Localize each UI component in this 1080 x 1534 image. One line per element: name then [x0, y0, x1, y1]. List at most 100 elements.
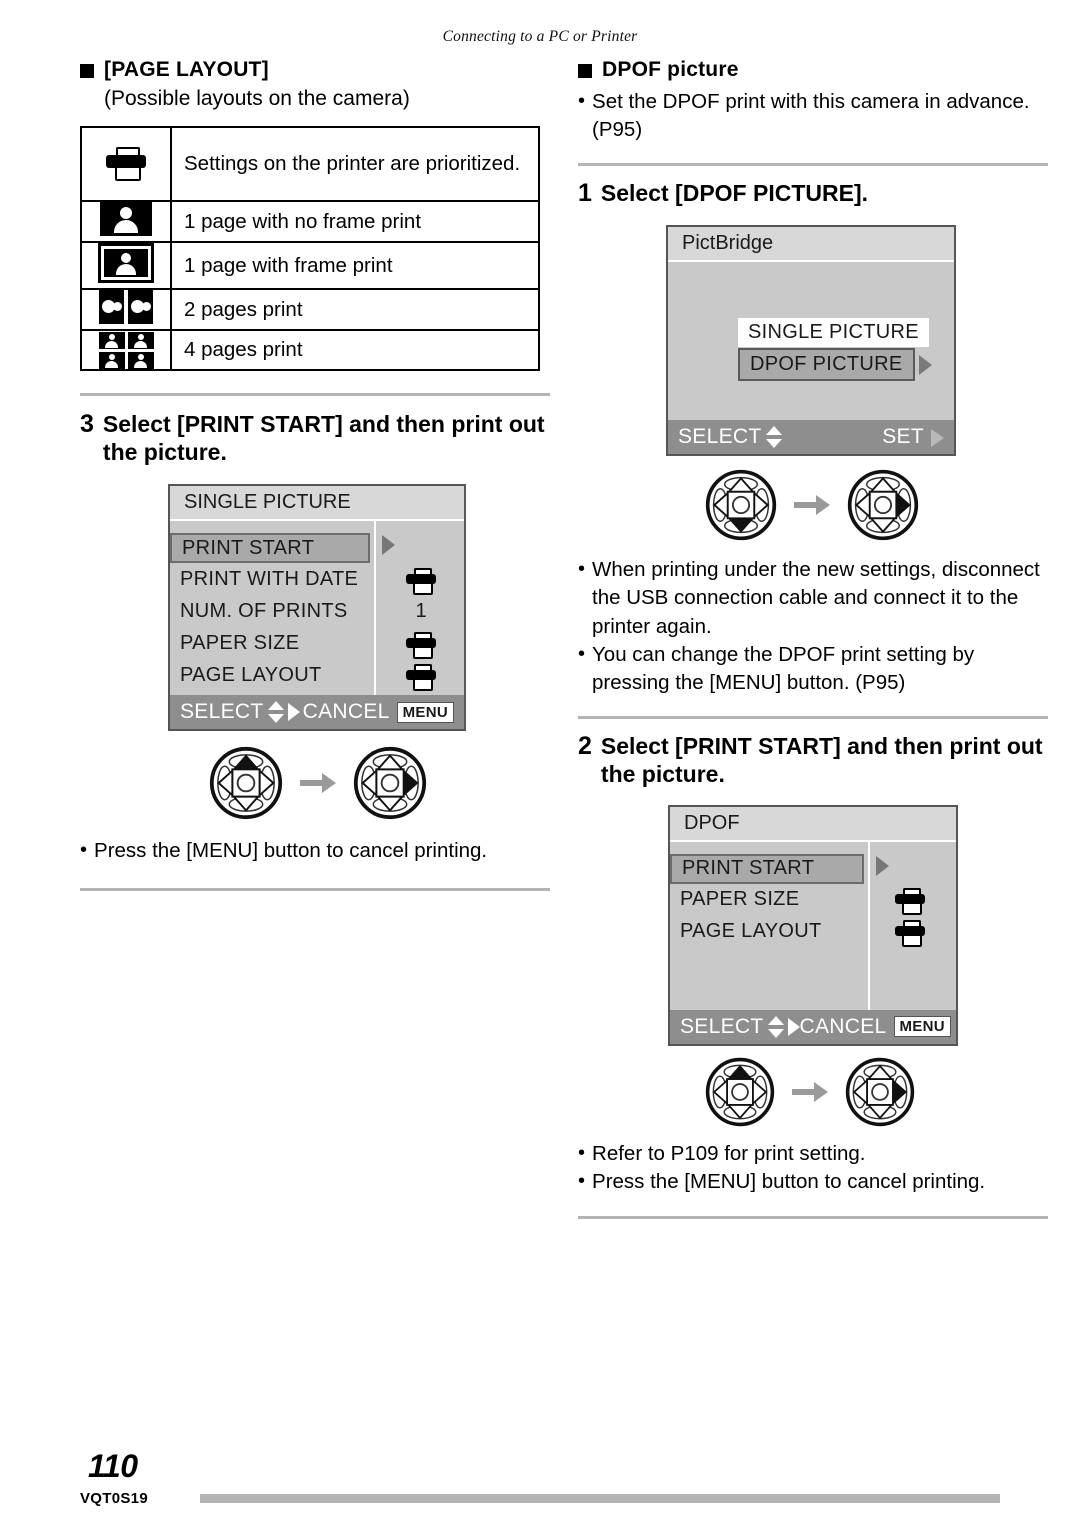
list-item: • Set the DPOF print with this camera in… — [578, 88, 1048, 145]
lcd-select-label: SELECT — [180, 700, 264, 724]
menu-key-badge[interactable]: MENU — [893, 1016, 951, 1038]
left-notes: • Press the [MENU] button to cancel prin… — [80, 837, 550, 865]
lcd-set-hint: SET — [882, 425, 944, 449]
lcd-title: DPOF — [670, 806, 956, 842]
page-layout-heading-text: [PAGE LAYOUT] — [104, 58, 269, 81]
dpof-picture-heading: DPOF picture — [578, 58, 1048, 82]
table-cell-text: 1 page with frame print — [170, 241, 540, 291]
selection-arrow-icon — [382, 535, 395, 556]
footer-rule — [200, 1494, 1000, 1503]
lcd-footer-bar: SELECT CANCEL MENU — [170, 695, 464, 730]
lcd-select-hint: SELECT — [678, 425, 784, 449]
lcd-body: PRINT START PRINT WITH DATE NUM. OF PRIN — [170, 521, 464, 696]
section-divider — [578, 162, 1048, 166]
page-layout-subheading: (Possible layouts on the camera) — [104, 87, 410, 111]
lcd-row-page-layout[interactable]: PAGE LAYOUT — [170, 659, 464, 692]
table-row: 1 page with no frame print — [80, 200, 540, 244]
cursor-button-right-icon — [845, 1057, 915, 1126]
bullet-dot-icon: • — [578, 558, 586, 581]
up-down-arrows-icon — [267, 701, 284, 724]
option-single-picture[interactable]: SINGLE PICTURE — [738, 318, 929, 348]
lcd-body: SINGLE PICTURE DPOF PICTURE — [668, 262, 954, 420]
lcd-body: PRINT START PAPER SIZE PAGE LAYOUT — [670, 841, 956, 1010]
two-pages-icon — [99, 290, 153, 325]
section-divider — [578, 715, 1048, 719]
lcd-row-print-start[interactable]: PRINT START — [170, 533, 370, 564]
lcd-row-value: 1 — [415, 599, 427, 622]
lcd-footer-bar: SELECT SET — [668, 420, 954, 455]
lcd-row-label: PAGE LAYOUT — [180, 663, 322, 686]
page-number: 110 — [88, 1448, 138, 1484]
section-divider — [578, 1216, 1048, 1220]
bullet-dot-icon: • — [578, 1141, 586, 1164]
lcd-cancel-label: CANCEL — [799, 1014, 887, 1038]
one-page-with-frame-icon — [98, 243, 154, 284]
lcd-set-label: SET — [882, 425, 924, 449]
step-number: 2 — [578, 731, 592, 760]
one-page-no-frame-cell — [80, 200, 172, 244]
manual-page: Connecting to a PC or Printer [PAGE LAYO… — [0, 0, 1080, 1534]
right-column: DPOF picture • Set the DPOF print with t… — [578, 58, 1048, 1220]
running-head: Connecting to a PC or Printer — [442, 28, 638, 45]
lcd-row-label: PRINT START — [682, 857, 815, 880]
table-cell-text: 2 pages print — [170, 288, 540, 332]
four-pages-cell — [80, 329, 172, 372]
cursor-button-down-icon — [705, 470, 777, 541]
lcd-row-paper-size[interactable]: PAPER SIZE — [170, 627, 464, 660]
arrow-right-connector-icon — [300, 773, 336, 794]
lcd-row-paper-size[interactable]: PAPER SIZE — [670, 884, 956, 916]
table-cell-text: Settings on the printer are prioritized. — [170, 126, 540, 203]
lcd-row-print-start[interactable]: PRINT START — [670, 853, 864, 884]
cursor-sequence-right-2 — [704, 1056, 1048, 1128]
step-3-heading: 3 Select [PRINT START] and then print ou… — [80, 410, 550, 466]
printer-icon — [864, 920, 956, 948]
middle-notes: • When printing under the new settings, … — [578, 556, 1048, 697]
printer-icon-cell — [80, 126, 172, 203]
cursor-button-right-icon — [353, 747, 427, 820]
dpof-picture-heading-text: DPOF picture — [602, 58, 739, 81]
printer-icon — [378, 568, 464, 596]
lcd-row-label: PAPER SIZE — [680, 888, 800, 911]
arrow-right-connector-icon — [794, 495, 830, 516]
lcd-row-label: NUM. OF PRINTS — [180, 599, 348, 622]
step-number: 1 — [578, 178, 592, 207]
arrow-right-connector-icon — [792, 1081, 828, 1102]
page-layout-table: Settings on the printer are prioritized.… — [80, 126, 540, 372]
note-text: Press the [MENU] button to cancel printi… — [592, 1169, 986, 1193]
list-item: • Refer to P109 for print setting. — [578, 1140, 1048, 1168]
up-down-arrows-icon — [767, 1015, 784, 1038]
option-dpof-picture[interactable]: DPOF PICTURE — [738, 348, 915, 382]
step-1-heading: 1 Select [DPOF PICTURE]. — [578, 179, 1048, 209]
bottom-notes: • Refer to P109 for print setting. • Pre… — [578, 1140, 1048, 1197]
lcd-single-picture: SINGLE PICTURE PRINT START PRINT WITH DA… — [168, 484, 466, 732]
lcd-row-label: PRINT START — [182, 536, 315, 559]
cursor-button-up-icon — [209, 747, 283, 820]
section-divider — [80, 393, 550, 397]
lcd-pictbridge: PictBridge SINGLE PICTURE DPOF PICTURE S… — [666, 225, 956, 457]
lcd-cancel-hint: CANCEL MENU — [303, 700, 454, 724]
page-layout-heading: [PAGE LAYOUT] — [80, 58, 550, 82]
lcd-row-num-of-prints[interactable]: NUM. OF PRINTS 1 — [170, 595, 464, 627]
lcd-row-page-layout[interactable]: PAGE LAYOUT — [670, 916, 956, 948]
note-text: Set the DPOF print with this camera in a… — [592, 90, 1030, 142]
table-row: 4 pages print — [80, 329, 540, 372]
lcd-cancel-label: CANCEL — [302, 700, 390, 724]
selection-arrow-icon — [918, 354, 932, 375]
lcd-row-label: PAPER SIZE — [180, 631, 300, 654]
lcd-row-label: PRINT WITH DATE — [180, 567, 359, 590]
doc-code: VQT0S19 — [80, 1490, 148, 1507]
pictbridge-options: SINGLE PICTURE DPOF PICTURE — [738, 318, 932, 382]
list-item: • Press the [MENU] button to cancel prin… — [578, 1168, 1048, 1196]
bullet-dot-icon: • — [578, 90, 586, 113]
list-item: • You can change the DPOF print setting … — [578, 641, 1048, 698]
menu-key-badge[interactable]: MENU — [396, 701, 454, 723]
cursor-sequence-right-1 — [704, 468, 1048, 542]
lcd-cancel-hint: CANCEL MENU — [800, 1015, 951, 1039]
dpof-intro-notes: • Set the DPOF print with this camera in… — [578, 88, 1048, 145]
table-row: Settings on the printer are prioritized. — [80, 126, 540, 203]
list-item: • When printing under the new settings, … — [578, 556, 1048, 641]
square-bullet-icon — [80, 64, 94, 78]
list-item: • Press the [MENU] button to cancel prin… — [80, 837, 550, 865]
right-arrow-icon — [787, 1017, 800, 1036]
lcd-row-print-with-date[interactable]: PRINT WITH DATE — [170, 563, 464, 596]
